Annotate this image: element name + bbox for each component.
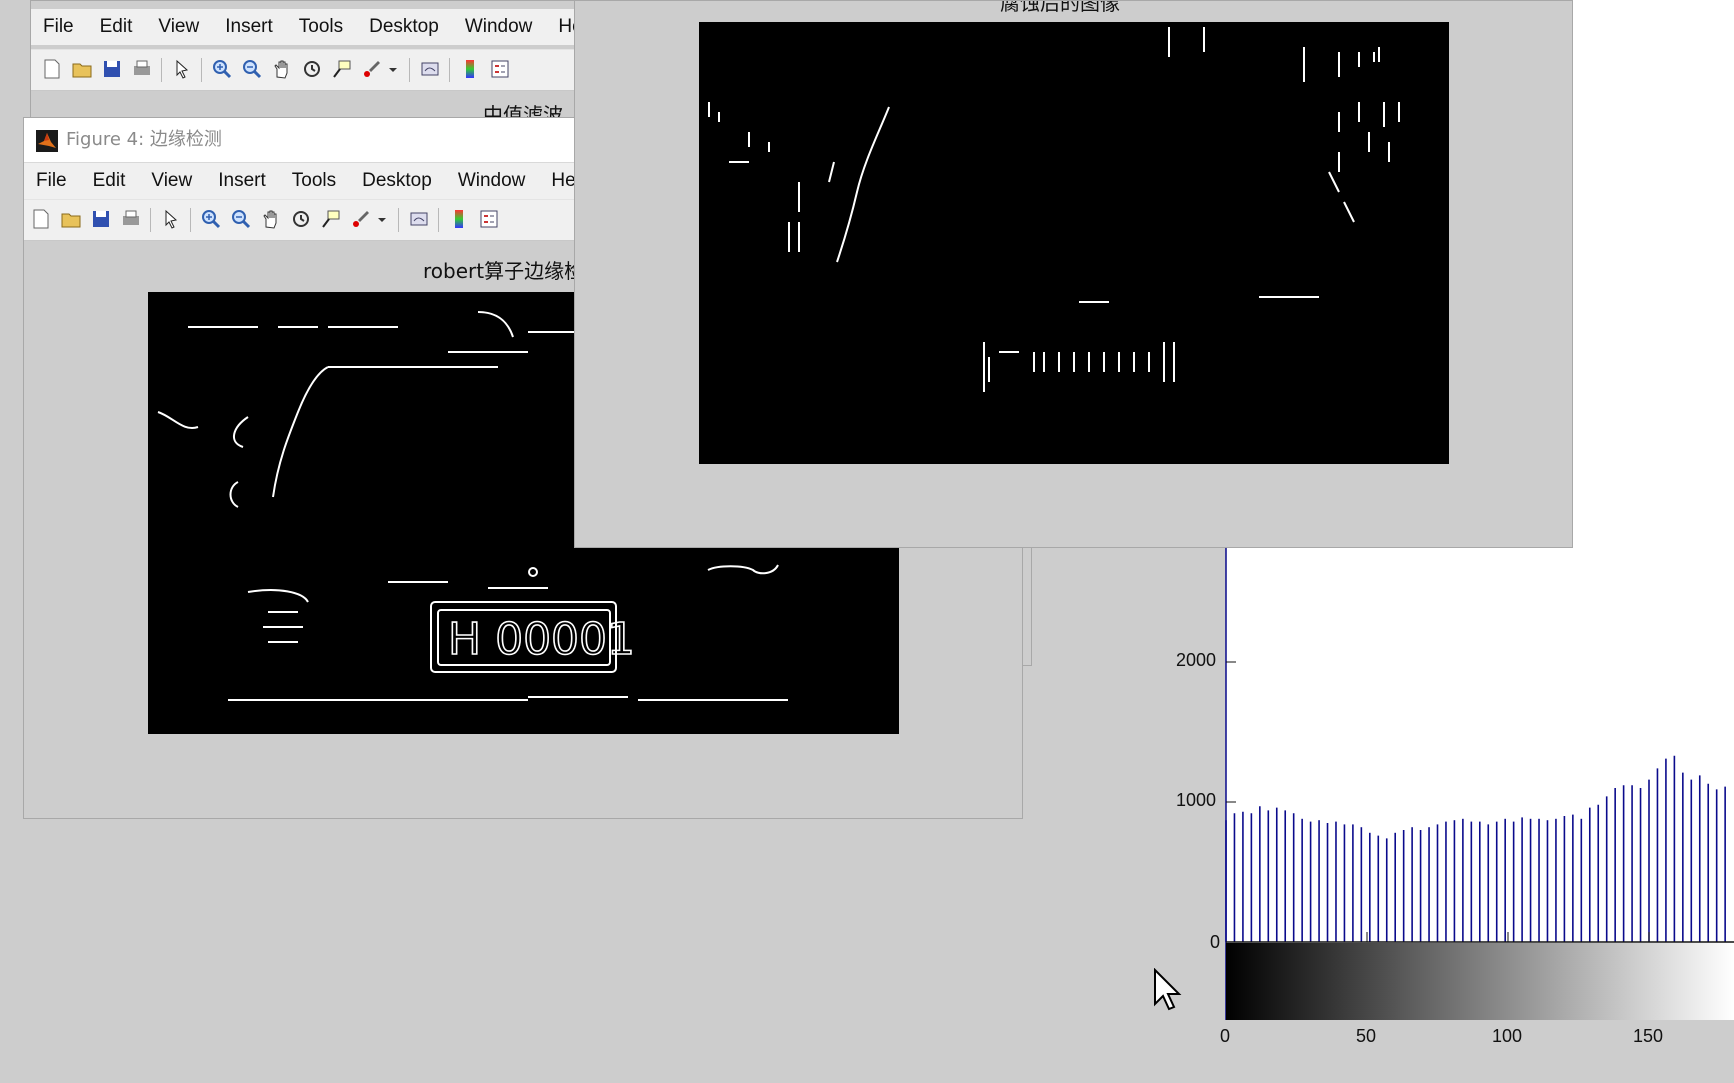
axes-title: robert算子边缘检 [423,259,585,283]
grayscale-colorbar [1226,943,1734,1020]
x-tick-label-100: 100 [1492,1026,1523,1046]
toolbar-separator [150,208,151,232]
axes-title: 腐蚀后的图像 [1000,0,1120,15]
new-figure-icon[interactable] [30,208,52,230]
menu-desktop[interactable]: Desktop [369,9,439,45]
eroded-image [699,22,1449,464]
menu-window[interactable]: Window [465,9,533,45]
zoom-out-icon[interactable] [230,208,252,230]
y-tick-label-0: 0 [1210,932,1221,952]
menu-insert[interactable]: Insert [225,9,273,45]
menu-view[interactable]: View [151,163,192,199]
menu-help[interactable]: He [551,163,575,199]
print-icon[interactable] [131,58,153,80]
toolbar-separator [398,208,399,232]
link-plot-icon[interactable] [419,58,441,80]
zoom-in-icon[interactable] [211,58,233,80]
brush-icon[interactable] [361,58,383,80]
pan-hand-icon[interactable] [260,208,282,230]
colorbar-icon[interactable] [459,58,481,80]
brush-icon[interactable] [350,208,372,230]
toolbar-separator [201,58,202,82]
select-arrow-icon[interactable] [160,208,182,230]
histogram-bars [1225,755,1726,942]
x-tick-label-50: 50 [1356,1026,1377,1046]
menu-window[interactable]: Window [458,163,526,199]
toolbar-separator [438,208,439,232]
open-file-icon[interactable] [71,58,93,80]
menu-edit[interactable]: Edit [93,163,126,199]
save-icon[interactable] [101,58,123,80]
legend-icon[interactable] [478,208,500,230]
colorbar-icon[interactable] [448,208,470,230]
data-cursor-icon[interactable] [331,58,353,80]
menu-view[interactable]: View [158,9,199,45]
x-tick-label-150: 150 [1633,1026,1664,1046]
rotate-3d-icon[interactable] [290,208,312,230]
chevron-down-icon[interactable] [387,58,399,80]
menu-file[interactable]: File [36,163,67,199]
menu-desktop[interactable]: Desktop [362,163,432,199]
menu-tools[interactable]: Tools [299,9,343,45]
select-arrow-icon[interactable] [171,58,193,80]
link-plot-icon[interactable] [408,208,430,230]
toolbar-separator [161,58,162,82]
plate-text: H 00001 [448,614,635,665]
new-figure-icon[interactable] [41,58,63,80]
chevron-down-icon[interactable] [376,208,388,230]
menu-file[interactable]: File [43,9,74,45]
menu-tools[interactable]: Tools [292,163,336,199]
window-title: Figure 4: 边缘检测 [66,129,222,150]
zoom-in-icon[interactable] [200,208,222,230]
zoom-out-icon[interactable] [241,58,263,80]
matlab-logo-icon [36,130,58,152]
save-icon[interactable] [90,208,112,230]
print-icon[interactable] [120,208,142,230]
menu-edit[interactable]: Edit [100,9,133,45]
menu-insert[interactable]: Insert [218,163,266,199]
toolbar-separator [409,58,410,82]
rotate-3d-icon[interactable] [301,58,323,80]
pan-hand-icon[interactable] [271,58,293,80]
data-cursor-icon[interactable] [320,208,342,230]
y-tick-label-1000: 1000 [1176,790,1217,810]
toolbar-separator [449,58,450,82]
legend-icon[interactable] [489,58,511,80]
toolbar-separator [190,208,191,232]
x-tick-label-0: 0 [1220,1026,1231,1046]
mouse-cursor-icon [1154,968,1182,1011]
open-file-icon[interactable] [60,208,82,230]
y-tick-label-2000: 2000 [1176,650,1217,670]
erosion-figure[interactable]: 腐蚀后的图像 [574,0,1573,548]
